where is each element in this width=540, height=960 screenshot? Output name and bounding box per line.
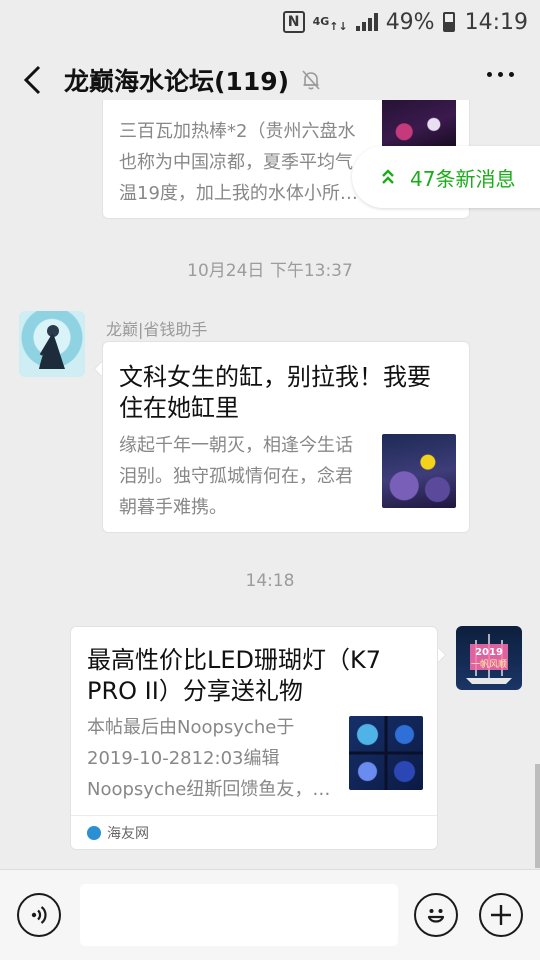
svg-text:一帆风顺: 一帆风顺 — [471, 658, 507, 670]
new-messages-label: 47条新消息 — [410, 166, 516, 191]
source-name: 海友网 — [107, 825, 149, 842]
network-type-icon: 4G ↑↓ — [312, 15, 348, 33]
smiley-icon — [427, 909, 445, 923]
svg-text:2019: 2019 — [475, 647, 503, 658]
message-input[interactable] — [80, 884, 398, 946]
chevron-left-icon — [23, 65, 41, 95]
message-timestamp: 14:18 — [245, 571, 295, 591]
nfc-icon: N — [282, 11, 305, 33]
new-messages-button[interactable]: 47条新消息 — [352, 146, 540, 208]
signal-icon — [355, 13, 378, 31]
voice-icon — [31, 906, 47, 924]
card-description: 缘起千年一朝灭，相逢今生话泪别。独守孤城情何在，念君朝暮手难携。 — [119, 435, 353, 518]
battery-percent: 49% — [385, 9, 435, 35]
dot-icon — [498, 72, 503, 77]
muted-bell-icon — [302, 70, 320, 90]
sender-avatar[interactable] — [19, 311, 85, 377]
card-description: 三百瓦加热棒*2（贵州六盘水也称为中国凉都，夏季平均气温19度，加上我的水体小所… — [119, 121, 358, 204]
double-chevron-up-icon — [382, 169, 394, 184]
card-source: 海友网 — [71, 815, 437, 849]
battery-icon — [442, 12, 455, 32]
nfc-label: N — [287, 14, 300, 30]
dot-icon — [487, 72, 492, 77]
voice-input-button[interactable] — [17, 893, 61, 937]
back-button[interactable] — [0, 44, 64, 116]
message-timestamp: 10月24日 下午13:37 — [187, 261, 353, 281]
sender-name: 龙巅|省钱助手 — [106, 320, 208, 339]
link-card-message[interactable]: 最高性价比LED珊瑚灯（K7 PRO II）分享送礼物 本帖最后由Noopsyc… — [70, 626, 438, 850]
status-bar: N 4G ↑↓ 49% 14:19 — [0, 0, 540, 44]
network-type-label: 4G — [312, 15, 330, 28]
card-thumbnail — [382, 434, 456, 508]
more-options-button[interactable] — [487, 72, 514, 77]
clock: 14:19 — [464, 9, 528, 35]
scrollbar[interactable] — [535, 764, 540, 868]
dot-icon — [509, 72, 514, 77]
emoji-button[interactable] — [414, 893, 458, 937]
card-title: 文科女生的缸，别拉我！我要住在她缸里 — [119, 363, 431, 422]
more-functions-button[interactable] — [479, 893, 523, 937]
input-bar — [0, 869, 540, 960]
card-title: 最高性价比LED珊瑚灯（K7 PRO II）分享送礼物 — [87, 646, 382, 705]
my-avatar[interactable]: 2019 一帆风顺 — [456, 626, 522, 690]
avatar-figure-icon — [39, 325, 65, 369]
source-logo-icon — [87, 825, 101, 840]
card-description: 本帖最后由Noopsyche于2019-10-2812:03编辑Noopsych… — [87, 717, 331, 800]
link-card-message[interactable]: 文科女生的缸，别拉我！我要住在她缸里 缘起千年一朝灭，相逢今生话泪别。独守孤城情… — [102, 341, 470, 533]
plus-icon — [491, 905, 511, 925]
ship-banner-icon: 2019 一帆风顺 — [466, 634, 512, 684]
chat-title: 龙巅海水论坛(119) — [64, 67, 290, 96]
card-thumbnail — [349, 716, 423, 790]
